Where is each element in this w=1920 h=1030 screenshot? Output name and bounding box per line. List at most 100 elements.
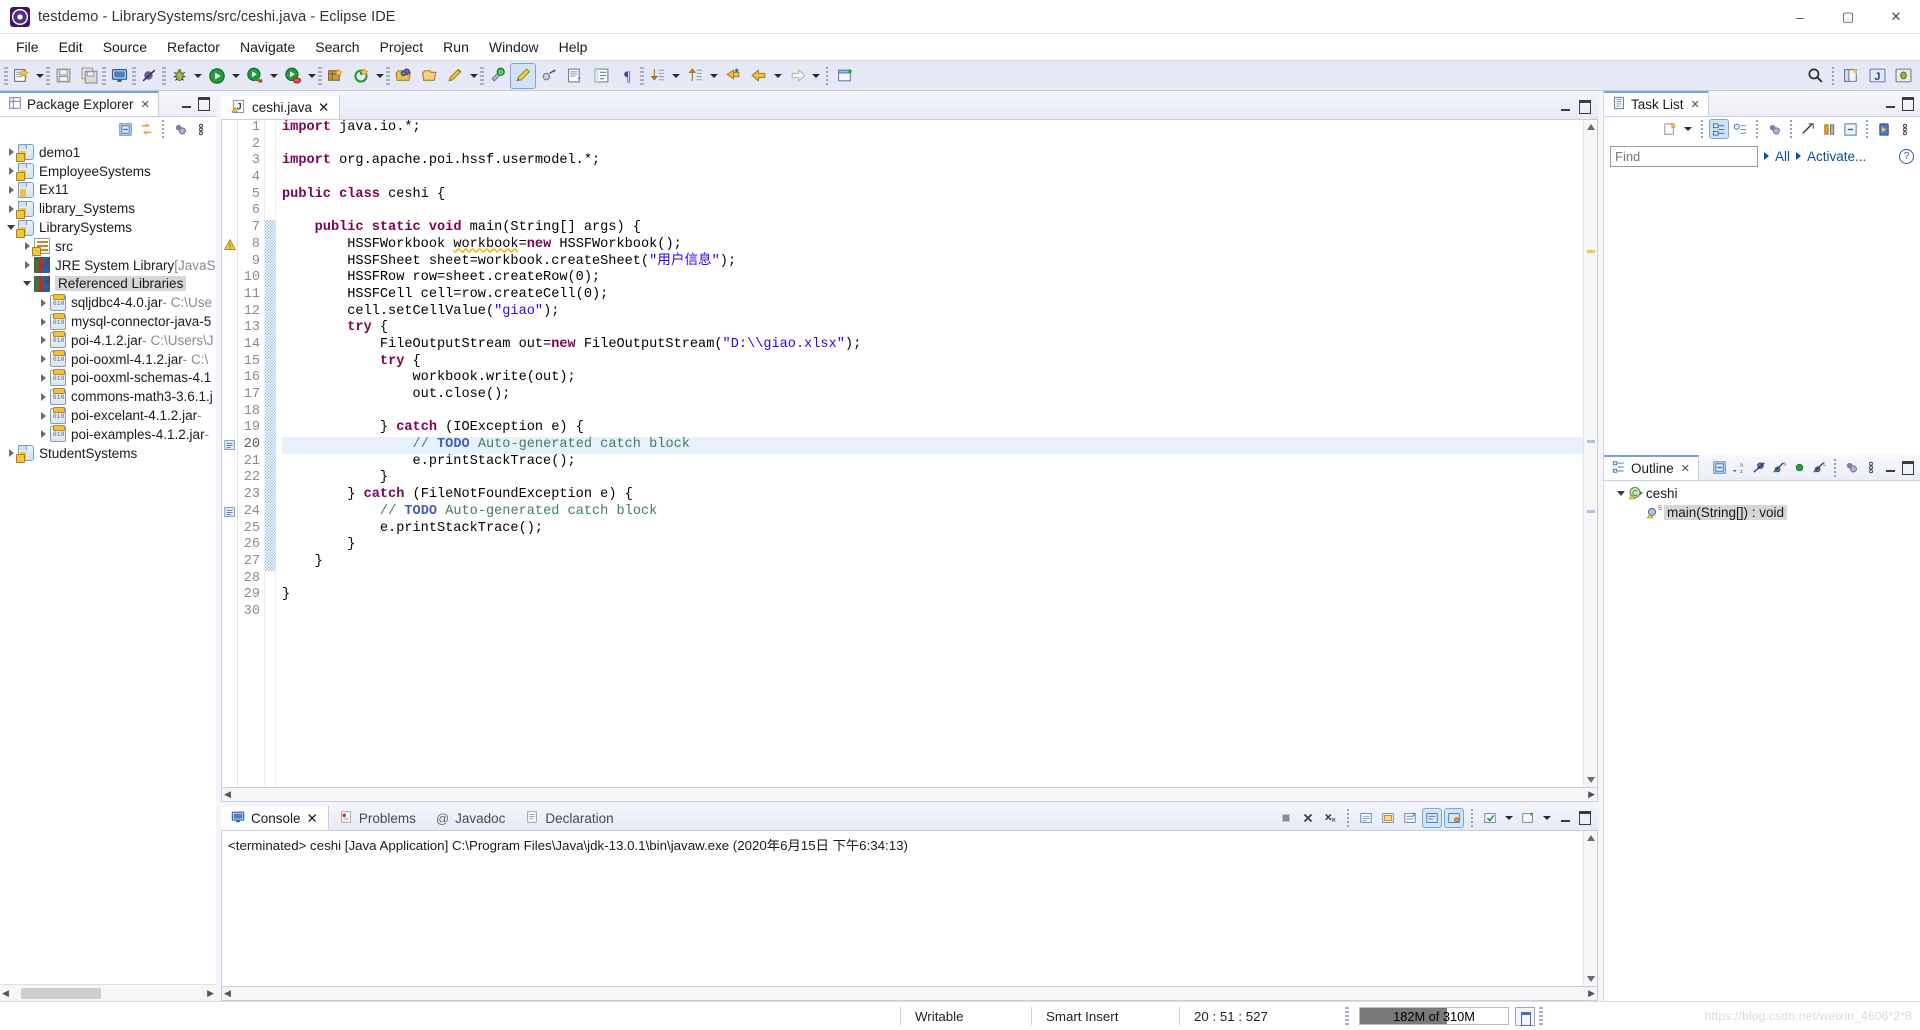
new-java-package-icon[interactable] [323, 64, 347, 88]
console-vertical-scrollbar[interactable] [1583, 831, 1597, 986]
scroll-lock-icon[interactable] [1401, 809, 1419, 827]
tab-outline[interactable]: Outline ✕ [1604, 455, 1699, 480]
minimize-icon[interactable] [1882, 460, 1898, 476]
scroll-right-icon[interactable]: ▶ [1588, 988, 1595, 999]
trash-icon[interactable] [1515, 1006, 1535, 1026]
new-task-dropdown-icon[interactable] [1682, 117, 1694, 141]
code-line[interactable]: out.close(); [282, 387, 1583, 404]
terminate-icon[interactable] [1277, 809, 1295, 827]
chevron-right-icon[interactable] [36, 332, 50, 348]
tab-problems[interactable]: Problems [329, 805, 426, 830]
tree-item-mysql-connector-java-5[interactable]: mysql-connector-java-5 [0, 312, 216, 331]
filter-activate-arrow-icon[interactable] [1796, 152, 1802, 160]
view-menu-icon[interactable] [1896, 120, 1914, 138]
menu-help[interactable]: Help [549, 36, 598, 58]
code-line[interactable] [282, 170, 1583, 187]
next-annotation-dropdown-icon[interactable] [670, 64, 682, 88]
code-line[interactable]: FileOutputStream out=new FileOutputStrea… [282, 337, 1583, 354]
overview-todo-marker-1[interactable] [1587, 440, 1595, 443]
scroll-up-icon[interactable] [1584, 120, 1597, 134]
code-line[interactable] [282, 137, 1583, 154]
code-line[interactable]: try { [282, 354, 1583, 371]
code-line[interactable] [282, 604, 1583, 621]
synchronize-changed-icon[interactable] [1820, 120, 1838, 138]
filter-all-arrow-icon[interactable] [1764, 152, 1769, 160]
run-icon[interactable] [205, 64, 229, 88]
word-wrap-icon[interactable] [1422, 807, 1442, 828]
console-icon[interactable] [107, 64, 131, 88]
activate-link[interactable]: Activate... [1807, 149, 1866, 164]
scroll-down-icon[interactable] [1584, 972, 1597, 986]
editor-source-code[interactable]: import java.io.*; import org.apache.poi.… [276, 120, 1583, 787]
repository-synchronize-icon[interactable] [1875, 120, 1893, 138]
toggle-annotations-icon[interactable] [510, 62, 536, 89]
show-whitespace-pilcrow-icon[interactable]: ¶ [615, 64, 639, 88]
scroll-up-icon[interactable] [1584, 831, 1597, 845]
debug-icon[interactable] [167, 64, 191, 88]
outline-tree[interactable]: Cceshi Smain(String[]) : void [1604, 481, 1920, 1001]
display-selected-dropdown-icon[interactable] [1503, 806, 1515, 830]
overview-todo-marker-2[interactable] [1587, 510, 1595, 513]
view-menu-icon[interactable] [1862, 459, 1880, 477]
chevron-right-icon[interactable] [36, 314, 50, 330]
code-line[interactable]: public static void main(String[] args) { [282, 220, 1583, 237]
menu-search[interactable]: Search [305, 36, 369, 58]
code-line[interactable]: cell.setCellValue("giao"); [282, 304, 1583, 321]
scheduled-presentation-icon[interactable] [1731, 120, 1749, 138]
collapse-all-icon[interactable] [1799, 120, 1817, 138]
menu-source[interactable]: Source [93, 36, 157, 58]
show-console-on-output-icon[interactable] [1444, 807, 1464, 828]
chevron-right-icon[interactable] [36, 426, 50, 442]
maximize-icon[interactable] [196, 96, 212, 112]
tab-javadoc[interactable]: @ Javadoc [426, 805, 516, 830]
menu-project[interactable]: Project [370, 36, 434, 58]
package-explorer-tree[interactable]: demo1 EmployeeSystems Ex11 library_Systems L… [0, 141, 216, 984]
view-filters-icon[interactable] [171, 120, 189, 138]
close-icon[interactable]: ✕ [141, 98, 150, 111]
new-wizard-icon[interactable] [9, 64, 33, 88]
code-line[interactable]: HSSFCell cell=row.createCell(0); [282, 287, 1583, 304]
code-line[interactable]: } [282, 537, 1583, 554]
code-line[interactable]: import org.apache.poi.hssf.usermodel.*; [282, 153, 1583, 170]
tree-item-librarysystems[interactable]: LibrarySystems [0, 218, 216, 238]
tree-item-ex11[interactable]: Ex11 [0, 181, 216, 200]
new-editor-icon[interactable] [833, 64, 857, 88]
chevron-right-icon[interactable] [20, 257, 34, 273]
tree-item-jre-system-library[interactable]: JRE System Library [JavaSE [0, 256, 216, 275]
forward-icon[interactable] [785, 64, 809, 88]
code-line[interactable]: e.printStackTrace(); [282, 521, 1583, 538]
new-wizard-dropdown-icon[interactable] [34, 64, 46, 88]
scroll-left-icon[interactable]: ◀ [224, 988, 231, 999]
show-whitespace-icon[interactable] [537, 64, 561, 88]
tree-item-studentsystems[interactable]: StudentSystems [0, 444, 216, 464]
code-line[interactable]: workbook.write(out); [282, 370, 1583, 387]
chevron-down-icon[interactable] [20, 276, 34, 292]
new-console-view-icon[interactable] [1519, 809, 1537, 827]
save-icon[interactable] [51, 64, 75, 88]
tree-item-poi-ooxml-schemas-4-1[interactable]: poi-ooxml-schemas-4.1 [0, 368, 216, 388]
code-line[interactable] [282, 404, 1583, 421]
minimize-icon[interactable] [178, 96, 194, 112]
close-icon[interactable]: ✕ [1691, 98, 1700, 111]
forward-dropdown-icon[interactable] [810, 64, 822, 88]
tree-item-src[interactable]: src [0, 237, 216, 257]
link-with-editor-icon[interactable] [137, 120, 155, 138]
minimize-icon[interactable] [1557, 99, 1573, 115]
hide-fields-icon[interactable] [1750, 459, 1768, 477]
scroll-left-icon[interactable]: ◀ [2, 988, 9, 999]
heap-status[interactable]: 182M of 310M [1359, 1006, 1535, 1026]
save-all-icon[interactable] [77, 64, 101, 88]
hide-non-public-icon[interactable] [1790, 459, 1808, 477]
show-line-numbers-icon[interactable] [589, 64, 613, 88]
editor-horizontal-scrollbar[interactable]: ◀ ▶ [221, 788, 1598, 802]
coverage-icon[interactable] [281, 64, 305, 88]
code-line[interactable]: // TODO Auto-generated catch block [282, 504, 1583, 521]
todo-marker-icon[interactable] [223, 505, 237, 520]
previous-annotation-dropdown-icon[interactable] [708, 64, 720, 88]
maximize-icon[interactable] [1900, 96, 1916, 112]
edit-dropdown-icon[interactable] [468, 64, 480, 88]
help-icon[interactable]: ? [1899, 148, 1914, 164]
code-line[interactable] [282, 571, 1583, 588]
new-task-icon[interactable] [1661, 120, 1679, 138]
run-dropdown-icon[interactable] [230, 64, 242, 88]
